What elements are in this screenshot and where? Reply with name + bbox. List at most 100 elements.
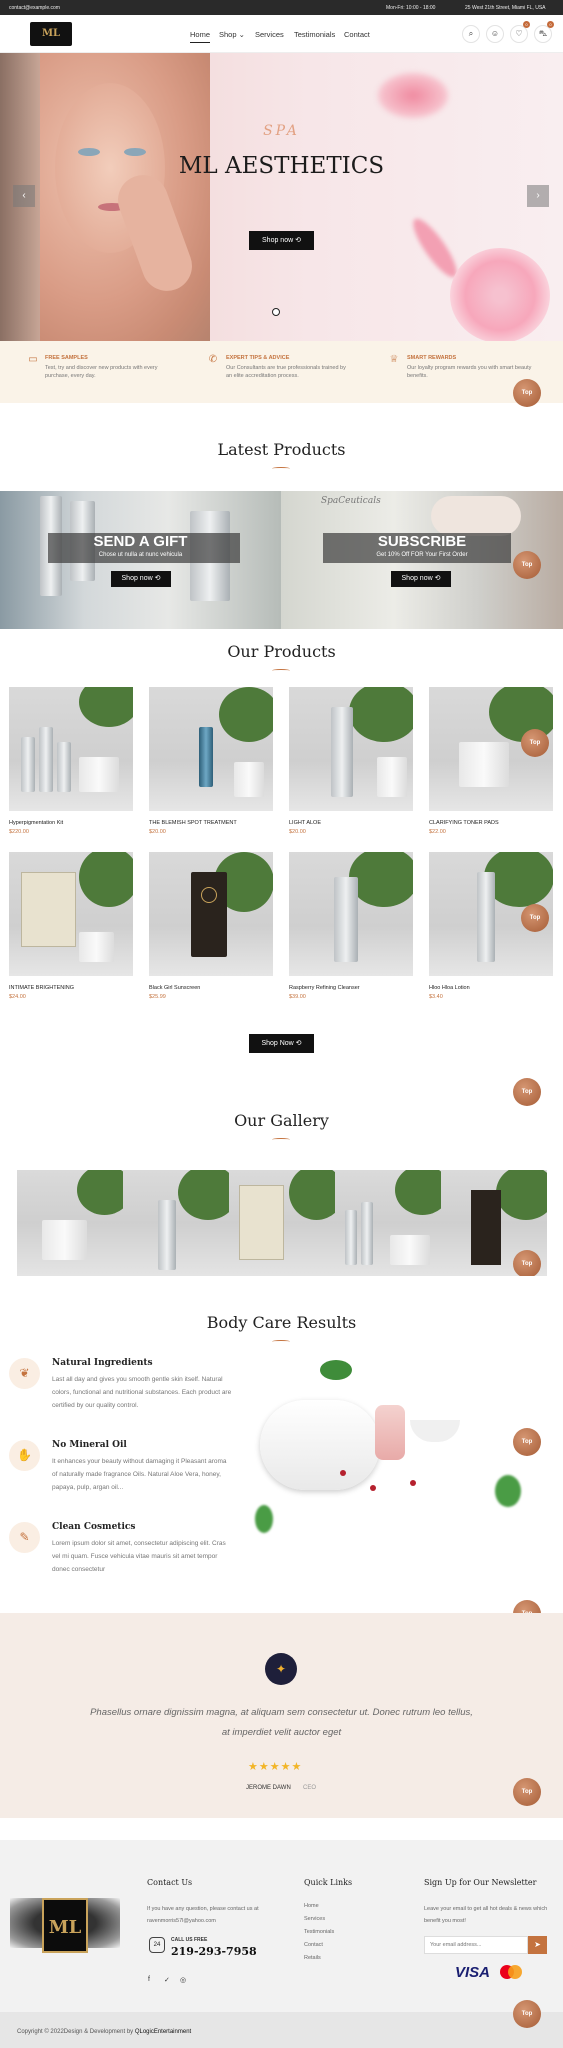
- leaf-icon: ❦: [9, 1358, 40, 1389]
- chat-icon: ✆: [208, 354, 218, 365]
- promo-shop-now-button[interactable]: Shop now ⟲: [391, 571, 451, 587]
- phone-24-icon: 24: [149, 1937, 165, 1953]
- promo-shop-now-button[interactable]: Shop now ⟲: [111, 571, 171, 587]
- back-to-top-button[interactable]: Top: [513, 1250, 541, 1276]
- product-card[interactable]: Top Hloo Hloa Lotion $3.40: [429, 852, 553, 1000]
- newsletter-email-input[interactable]: [424, 1936, 528, 1954]
- product-price: $39.00: [289, 994, 306, 1000]
- product-image[interactable]: [9, 852, 133, 976]
- brush-icon: ✎: [9, 1522, 40, 1553]
- product-price: $24.00: [9, 994, 26, 1000]
- contact-text: If you have any question, please contact…: [147, 1906, 259, 1924]
- gallery-image[interactable]: [123, 1170, 229, 1276]
- nav-shop[interactable]: Shop ⌄: [219, 30, 245, 39]
- nav-testimonials[interactable]: Testimonials: [294, 30, 335, 39]
- user-icon[interactable]: ☺: [486, 25, 504, 43]
- chevron-down-icon: ⌄: [238, 30, 245, 39]
- gallery-title: Our Gallery: [234, 1111, 329, 1130]
- gallery-image[interactable]: [17, 1170, 123, 1276]
- nav-contact[interactable]: Contact: [344, 30, 370, 39]
- body-care-title: Body Care Results: [206, 1313, 357, 1332]
- title-divider: [272, 467, 290, 470]
- top-bar: contact@example.com Mon-Fri: 10:00 - 18:…: [0, 0, 563, 15]
- back-to-top-button[interactable]: Top: [513, 1778, 541, 1806]
- promo-title: SUBSCRIBE: [377, 533, 467, 550]
- product-name[interactable]: CLARIFYING TONER PADS: [429, 820, 553, 826]
- product-image[interactable]: [149, 687, 273, 811]
- testimonial-quote: Phasellus ornare dignissim magna, at ali…: [90, 1707, 473, 1738]
- latest-products-title: Latest Products: [217, 440, 346, 459]
- product-image[interactable]: Top: [429, 687, 553, 811]
- product-name[interactable]: Hyperpigmentation Kit: [9, 820, 133, 826]
- footer-link-home[interactable]: Home: [304, 1903, 319, 1909]
- product-card[interactable]: Raspberry Refining Cleanser $39.00: [289, 852, 413, 1000]
- back-to-top-button[interactable]: Top: [513, 1078, 541, 1106]
- phone-number[interactable]: 219-293-7958: [171, 1945, 257, 1958]
- send-icon[interactable]: ➤: [528, 1936, 547, 1954]
- footer-link-retails[interactable]: Retails: [304, 1955, 321, 1961]
- product-price: $220.00: [9, 829, 29, 835]
- gallery-image[interactable]: [335, 1170, 441, 1276]
- site-logo[interactable]: ML: [30, 22, 72, 46]
- back-to-top-button[interactable]: Top: [513, 2000, 541, 2028]
- product-image[interactable]: [289, 852, 413, 976]
- product-name[interactable]: LIGHT ALOE: [289, 820, 413, 826]
- product-name[interactable]: Hloo Hloa Lotion: [429, 985, 553, 991]
- wishlist-count-badge: 0: [523, 21, 530, 28]
- back-to-top-button[interactable]: Top: [521, 729, 549, 757]
- product-card[interactable]: Black Girl Sunscreen $25.99: [149, 852, 273, 1000]
- gallery-image[interactable]: [229, 1170, 335, 1276]
- product-image[interactable]: Top: [429, 852, 553, 976]
- search-icon[interactable]: ⌕: [462, 25, 480, 43]
- product-card[interactable]: Top CLARIFYING TONER PADS $22.00: [429, 687, 553, 835]
- product-image[interactable]: [289, 687, 413, 811]
- product-name[interactable]: INTIMATE BRIGHTENING: [9, 985, 133, 991]
- product-name[interactable]: THE BLEMISH SPOT TREATMENT: [149, 820, 273, 826]
- product-image[interactable]: [9, 687, 133, 811]
- twitter-icon[interactable]: ✓: [164, 1976, 170, 1984]
- benefit-desc: Lorem ipsum dolor sit amet, consectetur …: [52, 1540, 226, 1573]
- product-card[interactable]: INTIMATE BRIGHTENING $24.00: [9, 852, 133, 1000]
- feature-title: FREE SAMPLES: [45, 355, 88, 361]
- footer-link-testimonials[interactable]: Testimonials: [304, 1929, 334, 1935]
- instagram-icon[interactable]: ◎: [180, 1976, 186, 1984]
- company-logo-icon: ✦: [265, 1653, 297, 1685]
- feature-title: SMART REWARDS: [407, 355, 457, 361]
- cart-count-badge: 0: [547, 21, 554, 28]
- benefit-title: Clean Cosmetics: [52, 1522, 136, 1532]
- product-card[interactable]: THE BLEMISH SPOT TREATMENT $20.00: [149, 687, 273, 835]
- hero-subtitle: SPA: [263, 123, 300, 139]
- product-card[interactable]: LIGHT ALOE $20.00: [289, 687, 413, 835]
- product-name[interactable]: Raspberry Refining Cleanser: [289, 985, 413, 991]
- newsletter-text: Leave your email to get all hot deals & …: [424, 1906, 548, 1924]
- facebook-icon[interactable]: f: [148, 1976, 150, 1983]
- rating-stars-icon: ★★★★★: [248, 1761, 303, 1773]
- slider-next-arrow[interactable]: ›: [527, 185, 549, 207]
- slider-prev-arrow[interactable]: ‹: [13, 185, 35, 207]
- back-to-top-button[interactable]: Top: [521, 904, 549, 932]
- footer-link-contact[interactable]: Contact: [304, 1942, 323, 1948]
- back-to-top-button[interactable]: Top: [513, 379, 541, 407]
- product-image[interactable]: [149, 852, 273, 976]
- back-to-top-button[interactable]: Top: [513, 551, 541, 579]
- nav-home[interactable]: Home: [190, 30, 211, 43]
- back-to-top-button[interactable]: Top: [513, 1428, 541, 1456]
- promo-subscribe[interactable]: SpaCeuticals SUBSCRIBE Get 10% Off FOR Y…: [281, 491, 563, 629]
- contact-email[interactable]: contact@example.com: [9, 5, 60, 11]
- shop-now-button[interactable]: Shop Now ⟲: [249, 1034, 314, 1053]
- nav-services[interactable]: Services: [255, 30, 284, 39]
- slider-dot[interactable]: [272, 308, 280, 316]
- benefit-title: Natural Ingredients: [52, 1358, 153, 1368]
- promo-send-gift[interactable]: SEND A GIFT Chose ut nulla at nunc vehic…: [0, 491, 281, 629]
- benefit-title: No Mineral Oil: [52, 1440, 127, 1450]
- footer-link-services[interactable]: Services: [304, 1916, 325, 1922]
- business-hours: Mon-Fri: 10:00 - 18:00: [386, 5, 436, 11]
- product-card[interactable]: Hyperpigmentation Kit $220.00: [9, 687, 133, 835]
- footer-logo[interactable]: ML: [42, 1898, 88, 1953]
- brand-link[interactable]: QLogicEntertainment: [135, 2029, 191, 2035]
- product-name[interactable]: Black Girl Sunscreen: [149, 985, 273, 991]
- testimonial-name: JEROME DAWN: [246, 1785, 291, 1791]
- gallery-image[interactable]: Top: [441, 1170, 547, 1276]
- hero-shop-now-button[interactable]: Shop now ⟲: [249, 231, 314, 250]
- product-price: $20.00: [149, 829, 166, 835]
